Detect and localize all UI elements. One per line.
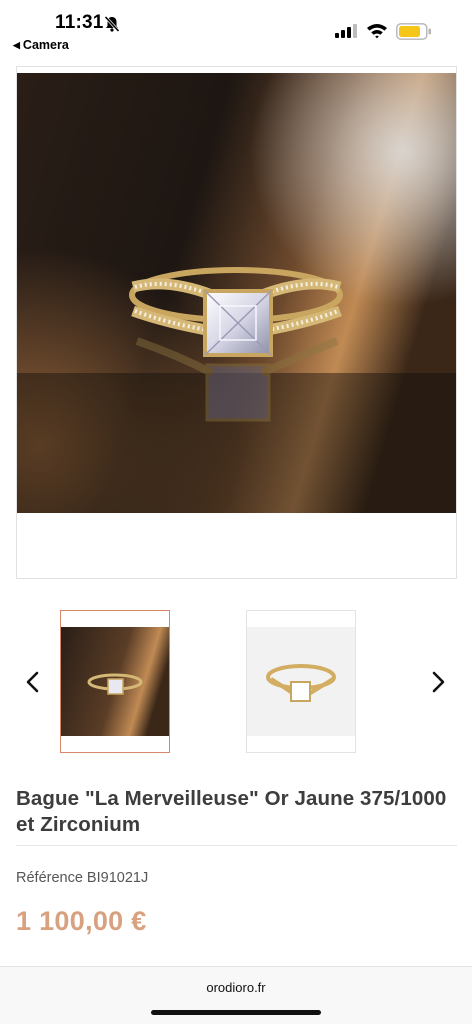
browser-address-bar[interactable]: orodioro.fr: [0, 966, 472, 1024]
status-bar: 11:31 ◀ Camera: [0, 0, 472, 60]
chevron-right-icon[interactable]: [427, 669, 449, 695]
product-title: Bague "La Merveilleuse" Or Jaune 375/100…: [16, 787, 447, 836]
divider: [16, 845, 457, 846]
ring-photo: [17, 73, 456, 513]
url-text[interactable]: orodioro.fr: [0, 980, 472, 995]
product-image-frame[interactable]: [16, 66, 457, 579]
thumbnail-carousel: [0, 610, 472, 755]
cellular-signal-icon: [335, 24, 357, 38]
back-app-label: Camera: [22, 38, 69, 52]
thumb-ring-white: [247, 627, 355, 736]
thumb-ring-dark: [61, 627, 169, 736]
back-to-app-link[interactable]: ◀ Camera: [13, 38, 69, 52]
thumbnail-2[interactable]: [246, 610, 356, 753]
back-triangle-icon: ◀: [13, 40, 20, 50]
thumbnail-1[interactable]: [60, 610, 170, 753]
product-reference: Référence BI91021J: [16, 870, 149, 886]
bell-slash-icon: [104, 15, 120, 33]
home-indicator[interactable]: [151, 1010, 321, 1015]
status-time: 11:31: [55, 12, 104, 33]
wifi-icon: [367, 24, 387, 39]
chevron-left-icon[interactable]: [22, 669, 44, 695]
battery-icon: [396, 23, 431, 40]
product-price: 1 100,00 €: [16, 906, 147, 936]
